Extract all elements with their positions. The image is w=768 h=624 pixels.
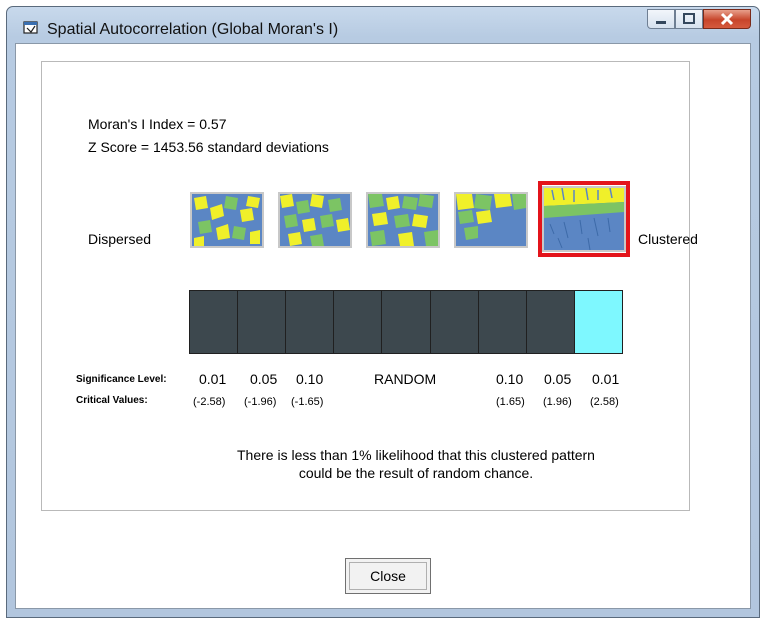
interpretation-message: There is less than 1% likelihood that th… [196,446,636,482]
significance-segment [382,291,431,353]
morans-index-text: Moran's I Index = 0.57 [88,116,227,132]
slightly-dispersed-pattern-thumbnail [278,192,352,248]
caption-buttons [647,9,751,29]
significance-segment [430,291,479,353]
window-title: Spatial Autocorrelation (Global Moran's … [47,21,339,38]
close-icon [720,12,734,26]
significance-segment [478,291,527,353]
level-value: 0.01 [592,371,620,387]
level-value: 0.05 [250,371,278,387]
significance-segment [526,291,575,353]
critical-value: (1.96) [543,396,572,408]
slightly-clustered-pattern-thumbnail [454,192,528,248]
z-score-text: Z Score = 1453.56 standard deviations [88,139,329,155]
clustered-label: Clustered [638,231,698,247]
critical-value: (-1.96) [244,396,277,408]
title-bar[interactable]: Spatial Autocorrelation (Global Moran's … [7,7,759,43]
maximize-icon [683,13,695,24]
message-line-1: There is less than 1% likelihood that th… [237,447,595,463]
random-pattern-thumbnail [366,192,440,248]
significance-segment [286,291,335,353]
significance-segment [190,291,239,353]
minimize-icon [656,21,666,24]
close-button[interactable]: Close [345,558,431,594]
level-value: 0.10 [296,371,324,387]
dispersed-label: Dispersed [88,231,152,247]
message-line-2: could be the result of random chance. [298,465,534,481]
window-app-icon [23,21,38,34]
critical-value: (-2.58) [193,396,226,408]
minimize-button[interactable] [647,9,675,29]
selected-pattern-highlight [538,181,630,257]
critical-value: (-1.65) [291,396,324,408]
significance-level-label: Significance Level: [76,374,167,385]
critical-value: (2.58) [590,396,619,408]
critical-value: (1.65) [496,396,525,408]
level-value: 0.10 [496,371,524,387]
significance-segment-highlighted [574,291,622,353]
significance-bar [189,290,623,354]
close-button-label: Close [370,568,406,584]
significance-segment [238,291,287,353]
level-value: 0.01 [199,371,227,387]
dispersed-pattern-thumbnail [190,192,264,248]
maximize-button[interactable] [675,9,703,29]
level-value: 0.05 [544,371,572,387]
close-window-button[interactable] [703,9,751,29]
significance-segment [334,291,383,353]
level-random: RANDOM [374,371,437,387]
critical-values-label: Critical Values: [76,395,148,406]
